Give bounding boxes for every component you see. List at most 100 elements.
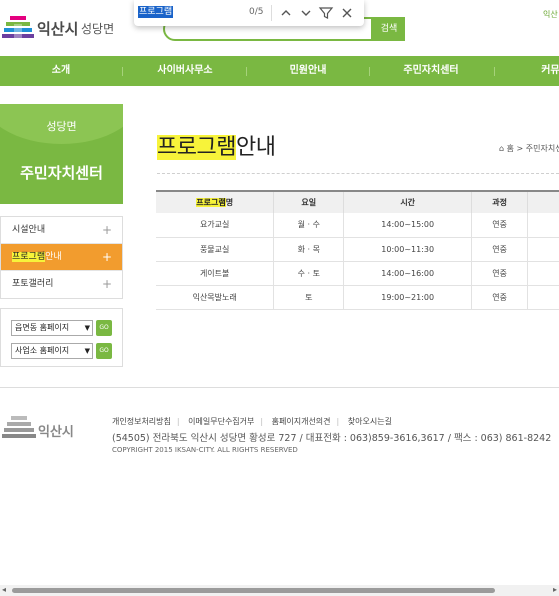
select-value: 사업소 홈페이지 (15, 346, 70, 355)
nav-divider (494, 67, 495, 76)
nav-divider (122, 67, 123, 76)
page-title: 프로그램안내 (157, 129, 276, 161)
table-cell (527, 285, 559, 310)
plus-icon: + (101, 277, 112, 291)
scroll-right-icon[interactable]: ▸ (553, 585, 557, 594)
nav-divider (369, 67, 370, 76)
find-highlight: 프로그램 (12, 252, 46, 262)
chevron-down-icon: ▼ (84, 347, 90, 355)
city-logo-icon[interactable] (2, 14, 34, 42)
logo-city-name[interactable]: 익산시 (37, 18, 78, 39)
breadcrumb[interactable]: ⌂ 홈 > 주민자치센 (499, 143, 559, 154)
table-cell: 연중 (471, 261, 529, 286)
find-match-count: 0/5 (249, 7, 264, 17)
find-highlight: 프로그램 (196, 198, 226, 207)
table-cell: 풍물교실 (156, 237, 275, 262)
find-previous-icon[interactable] (277, 4, 295, 22)
table-cell: 연중 (471, 285, 529, 310)
table-cell: 14:00~15:00 (343, 213, 473, 238)
find-query-input[interactable]: 프로그램 (138, 6, 174, 18)
table-cell: 연중 (471, 237, 529, 262)
table-cell (527, 213, 559, 238)
nav-item-cyber-office[interactable]: 사이버사무소 (140, 56, 230, 86)
footer-address: (54505) 전라북도 익산시 성당면 황성로 727 / 대표전화 : 06… (112, 433, 552, 444)
table-cell: 10:00~11:30 (343, 237, 473, 262)
nav-item-community-center[interactable]: 주민자치센터 (388, 56, 474, 86)
page: 익산시 성당면 검색 익산 프로그램 0/5 소개 사이버사무소 민원안내 주민… (0, 0, 559, 596)
column-header: 요일 (273, 190, 345, 213)
sidebar-title: 주민자치센터 (20, 164, 103, 182)
footer-link-divider: | (176, 417, 180, 426)
sidebar-item-gallery[interactable]: 포토갤러리 + (1, 271, 122, 298)
nav-item-intro[interactable]: 소개 (28, 56, 94, 86)
footer-link-email[interactable]: 이메일무단수집거부 (188, 417, 254, 426)
title-divider (157, 173, 559, 174)
footer-link-directions[interactable]: 찾아오시는길 (348, 417, 392, 426)
chevron-down-icon: ▼ (84, 324, 90, 332)
sidebar-item-facility[interactable]: 시설안내 + (1, 217, 122, 244)
close-icon[interactable] (338, 4, 356, 22)
find-divider (271, 5, 272, 21)
table-cell: 연중 (471, 213, 529, 238)
footer-logo-icon (2, 416, 36, 438)
sidebar-header: 성당면 주민자치센터 (0, 104, 123, 204)
plus-icon: + (101, 223, 112, 237)
plus-icon: + (101, 250, 112, 264)
filter-icon[interactable] (317, 4, 335, 22)
logo-town-name[interactable]: 성당면 (81, 20, 114, 37)
sidebar-item-label: 포토갤러리 (12, 279, 54, 289)
table-cell: 수 · 토 (273, 261, 345, 286)
table-row: 풍물교실 화 · 목 10:00~11:30 연중 (156, 237, 559, 262)
sidebar-menu: 시설안내 + 프로그램안내 + 포토갤러리 + (0, 216, 123, 299)
table-cell: 19:00~21:00 (343, 285, 473, 310)
find-bar: 프로그램 0/5 (134, 0, 364, 26)
nav-item-civil[interactable]: 민원안내 (270, 56, 346, 86)
go-button[interactable]: GO (96, 320, 112, 336)
column-header: 과정 (471, 190, 529, 213)
table-row: 게이트볼 수 · 토 14:00~16:00 연중 (156, 261, 559, 286)
footer-link-privacy[interactable]: 개인정보처리방침 (112, 417, 171, 426)
table-cell: 게이트볼 (156, 261, 275, 286)
footer-city-name: 익산시 (38, 425, 74, 440)
go-button[interactable]: GO (96, 343, 112, 359)
sidebar-subtitle: 성당면 (46, 120, 77, 133)
table-cell: 14:00~16:00 (343, 261, 473, 286)
table-cell: 익산목발노래 (156, 285, 275, 310)
site-select-eupmyeondong[interactable]: 읍면동 홈페이지 ▼ (11, 320, 93, 336)
footer-links: 개인정보처리방침 | 이메일무단수집거부 | 홈페이지개선의견 | 찾아오시는길 (112, 416, 398, 427)
table-cell: 요가교실 (156, 213, 275, 238)
quick-links-box: 읍면동 홈페이지 ▼ GO 사업소 홈페이지 ▼ GO (0, 308, 123, 367)
column-header-text: 명 (225, 198, 234, 207)
table-cell (527, 237, 559, 262)
horizontal-scrollbar[interactable]: ◂ ▸ (0, 585, 559, 596)
column-header: 시간 (343, 190, 473, 213)
main-nav: 소개 사이버사무소 민원안내 주민자치센터 커뮤니 (0, 56, 559, 86)
find-highlight: 프로그램 (157, 135, 236, 160)
page-title-text: 안내 (235, 135, 276, 160)
footer-link-divider: | (336, 417, 340, 426)
scrollbar-thumb[interactable] (12, 588, 495, 593)
nav-divider (246, 67, 247, 76)
table-cell (527, 261, 559, 286)
footer-copyright: COPYRIGHT 2015 IKSAN-CITY. ALL RIGHTS RE… (112, 446, 298, 454)
column-header (527, 190, 559, 213)
table-row: 요가교실 월 · 수 14:00~15:00 연중 (156, 213, 559, 238)
top-right-link[interactable]: 익산 (543, 9, 558, 20)
scroll-left-icon[interactable]: ◂ (2, 585, 6, 594)
table-row: 익산목발노래 토 19:00~21:00 연중 (156, 285, 559, 310)
footer-link-feedback[interactable]: 홈페이지개선의견 (272, 417, 331, 426)
select-value: 읍면동 홈페이지 (15, 323, 70, 332)
table-cell: 월 · 수 (273, 213, 345, 238)
table-cell: 토 (273, 285, 345, 310)
nav-item-community[interactable]: 커뮤니 (525, 56, 559, 86)
table-header-row: 프로그램명 요일 시간 과정 (156, 190, 559, 213)
column-header: 프로그램명 (156, 190, 275, 213)
site-select-office[interactable]: 사업소 홈페이지 ▼ (11, 343, 93, 359)
footer-divider (0, 387, 559, 388)
sidebar-item-label: 시설안내 (12, 225, 46, 235)
sidebar-item-label: 안내 (45, 252, 62, 262)
find-next-icon[interactable] (297, 4, 315, 22)
sidebar-item-program[interactable]: 프로그램안내 + (1, 244, 122, 271)
program-table: 프로그램명 요일 시간 과정 요가교실 월 · 수 14:00~15:00 연중… (156, 190, 559, 310)
search-button[interactable]: 검색 (373, 17, 405, 41)
